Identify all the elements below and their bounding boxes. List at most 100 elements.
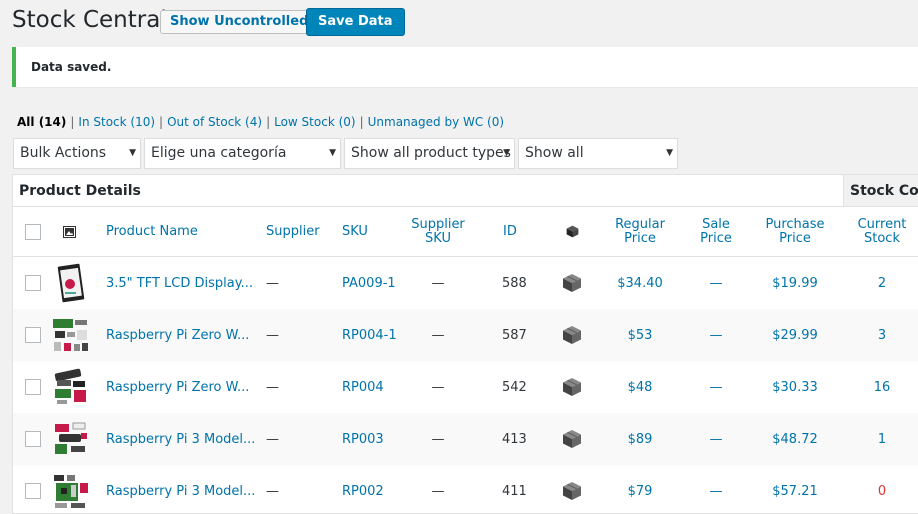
- product-name-link[interactable]: Raspberry Pi 3 Model...: [106, 413, 255, 465]
- sku-cell[interactable]: RP003: [342, 413, 384, 465]
- view-low-stock[interactable]: Low Stock (0): [274, 115, 355, 129]
- sale-price-cell[interactable]: —: [689, 361, 743, 413]
- purchase-price-cell[interactable]: $30.33: [761, 361, 829, 413]
- column-id[interactable]: ID: [503, 207, 517, 256]
- view-unmanaged[interactable]: Unmanaged by WC (0): [368, 115, 504, 129]
- image-icon: [63, 207, 79, 256]
- success-notice: Data saved.: [12, 47, 918, 87]
- view-out-of-stock[interactable]: Out of Stock (4): [167, 115, 262, 129]
- table-row: Raspberry Pi Zero W... — RP004-1 — 587 $53 — $2…: [13, 309, 918, 361]
- box-icon: [561, 257, 583, 309]
- view-in-stock[interactable]: In Stock (10): [78, 115, 155, 129]
- column-sale-price[interactable]: Sale Price: [689, 207, 743, 256]
- stock-table: Product Details Stock Counts Product Nam…: [12, 174, 918, 514]
- sale-price-cell[interactable]: —: [689, 257, 743, 309]
- column-supplier-sku[interactable]: Supplier SKU: [403, 207, 473, 256]
- row-checkbox[interactable]: [25, 431, 41, 447]
- purchase-price-cell[interactable]: $48.72: [761, 413, 829, 465]
- category-select[interactable]: Elige una categoría ▼: [144, 138, 341, 169]
- regular-price-cell[interactable]: $89: [609, 413, 671, 465]
- show-uncontrolled-button[interactable]: Show Uncontrolled: [160, 10, 319, 34]
- sku-cell[interactable]: PA009-1: [342, 257, 396, 309]
- supplier-sku-cell: —: [431, 483, 445, 499]
- sku-cell[interactable]: RP004-1: [342, 309, 397, 361]
- sku-cell[interactable]: RP004: [342, 361, 384, 413]
- current-stock-cell[interactable]: 16: [851, 361, 913, 413]
- regular-price-cell[interactable]: $79: [609, 465, 671, 513]
- box-icon: [561, 309, 583, 361]
- product-type-select[interactable]: Show all product types ▼: [344, 138, 515, 169]
- page-title: Stock Central: [12, 7, 167, 33]
- regular-price-cell[interactable]: $48: [609, 361, 671, 413]
- stock-status-value: Show all: [525, 145, 584, 161]
- product-thumbnail[interactable]: [51, 263, 91, 303]
- select-all-checkbox[interactable]: [25, 224, 41, 240]
- product-name-link[interactable]: Raspberry Pi Zero W...: [106, 309, 249, 361]
- box-icon: [561, 207, 583, 256]
- column-supplier[interactable]: Supplier: [266, 207, 320, 256]
- sale-price-cell[interactable]: —: [689, 413, 743, 465]
- save-data-button[interactable]: Save Data: [306, 8, 405, 36]
- sale-price-cell[interactable]: —: [689, 309, 743, 361]
- chevron-down-icon: ▼: [329, 148, 336, 158]
- row-checkbox[interactable]: [25, 379, 41, 395]
- product-name-link[interactable]: Raspberry Pi Zero W...: [106, 361, 249, 413]
- product-thumbnail[interactable]: [51, 419, 91, 459]
- current-stock-cell[interactable]: 2: [851, 257, 913, 309]
- column-regular-price[interactable]: Regular Price: [609, 207, 671, 256]
- table-row: Raspberry Pi 3 Model... — RP002 — 411 $79 — $57…: [13, 465, 918, 513]
- table-row: 3.5" TFT LCD Display... — PA009-1 — 588 $34.4…: [13, 257, 918, 309]
- product-thumbnail[interactable]: [51, 315, 91, 355]
- current-stock-cell[interactable]: 3: [851, 309, 913, 361]
- view-all[interactable]: All (14): [17, 115, 66, 129]
- table-column-header: Product Name Supplier SKU Supplier SKU I…: [13, 207, 918, 257]
- row-checkbox[interactable]: [25, 275, 41, 291]
- id-cell: 542: [502, 379, 527, 395]
- category-value: Elige una categoría: [151, 145, 287, 161]
- row-checkbox[interactable]: [25, 327, 41, 343]
- product-thumbnail[interactable]: [51, 367, 91, 407]
- column-sku[interactable]: SKU: [342, 207, 368, 256]
- sale-price-cell[interactable]: —: [689, 465, 743, 513]
- current-stock-cell[interactable]: 1: [851, 413, 913, 465]
- supplier-cell: —: [266, 327, 279, 343]
- column-product-name[interactable]: Product Name: [106, 207, 198, 256]
- bulk-actions-value: Bulk Actions: [20, 145, 107, 161]
- bulk-actions-select[interactable]: Bulk Actions ▼: [13, 138, 141, 169]
- stock-status-select[interactable]: Show all ▼: [518, 138, 678, 169]
- row-checkbox[interactable]: [25, 483, 41, 499]
- supplier-cell: —: [266, 431, 279, 447]
- supplier-sku-cell: —: [431, 327, 445, 343]
- table-group-header: Product Details Stock Counts: [13, 175, 918, 207]
- table-row: Raspberry Pi 3 Model... — RP003 — 413 $89 — $48…: [13, 413, 918, 465]
- column-current-stock[interactable]: Current Stock: [851, 207, 913, 256]
- purchase-price-cell[interactable]: $19.99: [761, 257, 829, 309]
- id-cell: 587: [502, 327, 527, 343]
- supplier-sku-cell: —: [431, 431, 445, 447]
- sku-cell[interactable]: RP002: [342, 465, 384, 513]
- supplier-cell: —: [266, 379, 279, 395]
- chevron-down-icon: ▼: [666, 148, 673, 158]
- box-icon: [561, 465, 583, 513]
- current-stock-cell[interactable]: 0: [851, 465, 913, 513]
- product-type-value: Show all product types: [351, 145, 511, 161]
- purchase-price-cell[interactable]: $57.21: [761, 465, 829, 513]
- product-name-link[interactable]: 3.5" TFT LCD Display...: [106, 257, 253, 309]
- column-purchase-price[interactable]: Purchase Price: [761, 207, 829, 256]
- supplier-cell: —: [266, 275, 279, 291]
- purchase-price-cell[interactable]: $29.99: [761, 309, 829, 361]
- id-cell: 588: [502, 275, 527, 291]
- box-icon: [561, 413, 583, 465]
- product-thumbnail[interactable]: [51, 471, 91, 511]
- id-cell: 411: [502, 483, 527, 499]
- supplier-sku-cell: —: [431, 275, 445, 291]
- chevron-down-icon: ▼: [503, 148, 510, 158]
- supplier-cell: —: [266, 483, 279, 499]
- id-cell: 413: [502, 431, 527, 447]
- product-name-link[interactable]: Raspberry Pi 3 Model...: [106, 465, 255, 513]
- chevron-down-icon: ▼: [129, 148, 136, 158]
- supplier-sku-cell: —: [431, 379, 445, 395]
- regular-price-cell[interactable]: $53: [609, 309, 671, 361]
- group-stock-counts: Stock Counts: [850, 183, 918, 199]
- regular-price-cell[interactable]: $34.40: [609, 257, 671, 309]
